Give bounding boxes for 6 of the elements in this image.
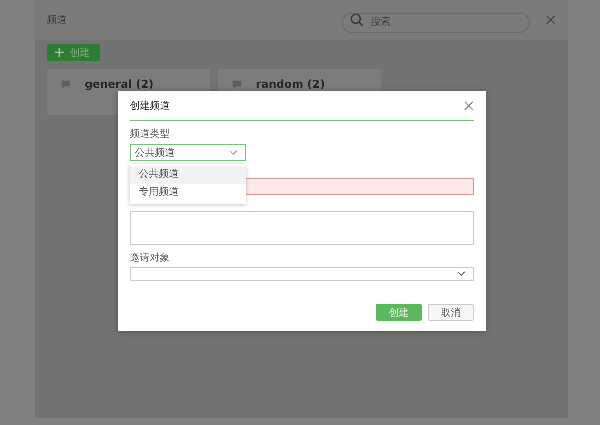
channel-name: random (2)	[256, 78, 326, 91]
field-label: 频道类型	[130, 129, 171, 141]
channel-name: general (2)	[85, 78, 154, 91]
field-label: 邀请对象	[130, 253, 171, 265]
page-title: 频道	[47, 14, 68, 27]
dialog-title: 创建频道	[130, 100, 170, 112]
